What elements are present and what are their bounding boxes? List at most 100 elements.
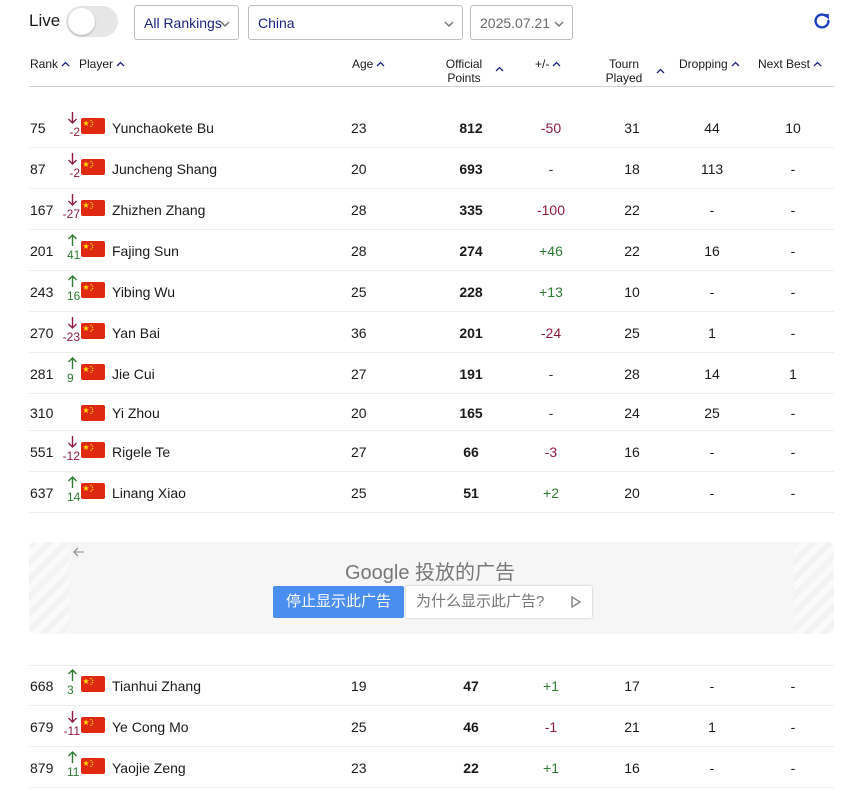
points-cell: 812 — [459, 120, 483, 136]
arrow-down-icon — [68, 711, 77, 723]
table-row[interactable]: 167 -27 Zhizhen Zhang 28 335 -100 22 - - — [29, 189, 834, 230]
filter-bar: Live All Rankings China 2025.07.21 — [0, 5, 846, 41]
rank-movement: -23 — [63, 316, 80, 350]
table-row[interactable]: 637 14 Linang Xiao 25 51 +2 20 - - — [29, 472, 834, 513]
diff-cell: - — [548, 405, 554, 421]
age-cell: 25 — [351, 284, 367, 300]
header-points-line2: Points — [447, 71, 481, 85]
table-row[interactable]: 281 9 Jie Cui 27 191 - 28 14 1 — [29, 353, 834, 394]
header-age[interactable]: Age — [352, 57, 385, 71]
header-diff[interactable]: +/- — [535, 57, 561, 71]
rank-movement-value: -2 — [69, 125, 80, 139]
player-name-link[interactable]: Yan Bai — [112, 325, 160, 341]
age-cell: 23 — [351, 760, 367, 776]
player-name-link[interactable]: Linang Xiao — [112, 485, 186, 501]
player-name-link[interactable]: Ye Cong Mo — [112, 719, 189, 735]
header-player[interactable]: Player — [79, 57, 125, 71]
rank-movement-value: 14 — [67, 490, 81, 504]
rank-cell: 551 — [30, 444, 54, 460]
table-row[interactable]: 270 -23 Yan Bai 36 201 -24 25 1 - — [29, 312, 834, 353]
tournaments-cell: 16 — [624, 760, 640, 776]
refresh-icon[interactable] — [811, 10, 833, 32]
rank-movement: 16 — [65, 275, 80, 309]
player-name-link[interactable]: Tianhui Zhang — [112, 678, 201, 694]
china-flag-icon — [81, 241, 105, 257]
china-flag-icon — [81, 676, 105, 692]
table-row[interactable]: 75 -2 Yunchaokete Bu 23 812 -50 31 44 10 — [29, 107, 834, 148]
diff-cell: +2 — [543, 485, 559, 501]
player-name-link[interactable]: Zhizhen Zhang — [112, 202, 205, 218]
dropping-cell: - — [709, 284, 715, 300]
points-cell: 51 — [463, 485, 479, 501]
table-row[interactable]: 679 -11 Ye Cong Mo 25 46 -1 21 1 - — [29, 706, 834, 747]
next-best-cell: - — [790, 760, 796, 776]
dropping-cell: - — [709, 760, 715, 776]
why-this-ad-button[interactable]: 为什么显示此广告? — [406, 586, 592, 618]
player-name-link[interactable]: Yi Zhou — [112, 405, 160, 421]
table-row[interactable]: 551 -12 Rigele Te 27 66 -3 16 - - — [29, 431, 834, 472]
rank-movement-value: 9 — [67, 371, 74, 385]
header-official-points[interactable]: Official Points — [429, 57, 499, 85]
table-row[interactable]: 201 41 Fajing Sun 28 274 +46 22 16 - — [29, 230, 834, 271]
points-cell: 165 — [459, 405, 483, 421]
next-best-cell: - — [790, 719, 796, 735]
diff-cell: +1 — [543, 678, 559, 694]
player-name-link[interactable]: Jie Cui — [112, 366, 155, 382]
header-next-best[interactable]: Next Best — [758, 57, 822, 71]
age-cell: 28 — [351, 202, 367, 218]
player-name-link[interactable]: Fajing Sun — [112, 243, 179, 259]
rank-cell: 167 — [30, 202, 54, 218]
points-cell: 66 — [463, 444, 479, 460]
stop-showing-ad-button[interactable]: 停止显示此广告 — [273, 586, 404, 618]
player-name-link[interactable]: Yunchaokete Bu — [112, 120, 214, 136]
tournaments-cell: 10 — [624, 284, 640, 300]
arrow-up-icon — [68, 669, 77, 681]
diff-cell: -50 — [540, 120, 562, 136]
back-arrow-icon[interactable] — [72, 545, 86, 559]
divider — [29, 665, 834, 666]
header-dropping[interactable]: Dropping — [679, 57, 740, 71]
rank-cell: 310 — [30, 405, 54, 421]
sort-caret-icon[interactable] — [656, 68, 665, 74]
dropping-cell: 16 — [704, 243, 720, 259]
header-rank-label: Rank — [30, 57, 59, 71]
header-tournaments-played[interactable]: Tourn Played — [599, 57, 649, 85]
china-flag-icon — [81, 442, 105, 458]
sort-caret-icon[interactable] — [495, 66, 504, 72]
country-value: China — [258, 15, 295, 31]
table-row[interactable]: 310 Yi Zhou 20 165 - 24 25 - — [29, 394, 834, 431]
table-row[interactable]: 87 -2 Juncheng Shang 20 693 - 18 113 - — [29, 148, 834, 189]
player-name-link[interactable]: Juncheng Shang — [112, 161, 217, 177]
player-name-link[interactable]: Rigele Te — [112, 444, 170, 460]
tournaments-cell: 20 — [624, 485, 640, 501]
points-cell: 22 — [463, 760, 479, 776]
date-select[interactable]: 2025.07.21 — [470, 5, 573, 40]
points-cell: 274 — [459, 243, 483, 259]
live-toggle-knob[interactable] — [68, 8, 95, 35]
arrow-down-icon — [68, 317, 77, 329]
arrow-down-icon — [68, 112, 77, 124]
header-rank[interactable]: Rank — [30, 57, 70, 71]
player-name-link[interactable]: Yibing Wu — [112, 284, 175, 300]
next-best-cell: - — [790, 202, 796, 218]
china-flag-icon — [81, 758, 105, 774]
ranking-type-select[interactable]: All Rankings — [134, 5, 239, 40]
age-cell: 25 — [351, 485, 367, 501]
rank-movement: -2 — [65, 111, 80, 145]
dropping-cell: 113 — [700, 161, 724, 177]
china-flag-icon — [81, 282, 105, 298]
player-name-link[interactable]: Yaojie Zeng — [112, 760, 186, 776]
table-row[interactable]: 668 3 Tianhui Zhang 19 47 +1 17 - - — [29, 665, 834, 706]
table-row[interactable]: 243 16 Yibing Wu 25 228 +13 10 - - — [29, 271, 834, 312]
age-cell: 27 — [351, 444, 367, 460]
china-flag-icon — [81, 323, 105, 339]
table-row[interactable]: 879 11 Yaojie Zeng 23 22 +1 16 - - — [29, 747, 834, 788]
rank-movement: -2 — [65, 152, 80, 186]
dropping-cell: - — [709, 444, 715, 460]
live-toggle[interactable] — [66, 6, 118, 37]
dropping-cell: - — [709, 678, 715, 694]
sort-caret-icon — [731, 61, 740, 67]
rank-movement-value: 3 — [67, 683, 74, 697]
country-select[interactable]: China — [248, 5, 463, 40]
chevron-down-icon — [554, 21, 564, 28]
